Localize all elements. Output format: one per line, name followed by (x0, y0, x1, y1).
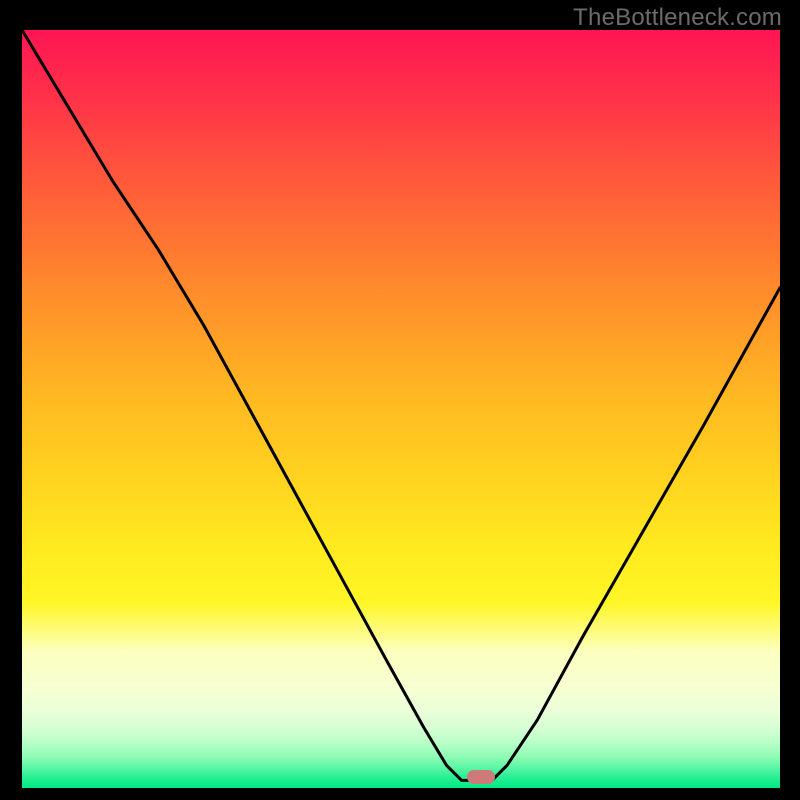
chart-container: TheBottleneck.com (0, 0, 800, 800)
watermark-text: TheBottleneck.com (573, 4, 782, 32)
optimal-marker (467, 770, 495, 784)
curve-path (22, 30, 780, 780)
bottleneck-curve (22, 30, 780, 788)
plot-area (22, 30, 780, 788)
